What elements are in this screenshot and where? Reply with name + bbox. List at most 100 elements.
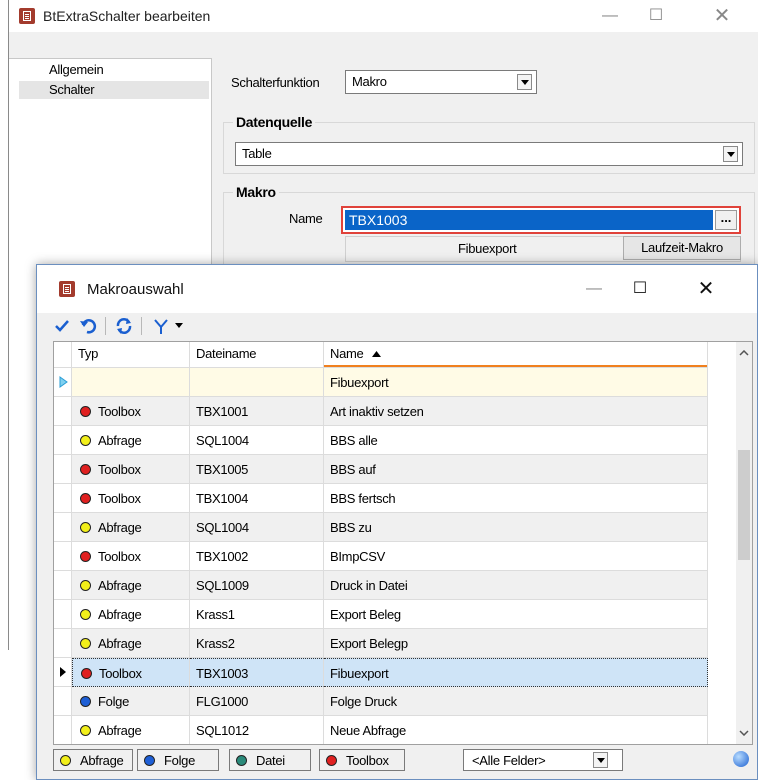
cell-dateiname[interactable]: TBX1003	[190, 658, 324, 687]
cell-name[interactable]: Folge Druck	[324, 687, 708, 716]
minimize-icon[interactable]: —	[587, 0, 633, 32]
column-header-dateiname[interactable]: Dateiname	[190, 342, 324, 368]
cell-typ[interactable]: Toolbox	[72, 397, 190, 426]
cell-name[interactable]: Druck in Datei	[324, 571, 708, 600]
cell-name[interactable]: BBS alle	[324, 426, 708, 455]
column-header-typ[interactable]: Typ	[72, 342, 190, 368]
column-header-name[interactable]: Name	[324, 342, 708, 368]
scroll-down-icon[interactable]	[739, 730, 749, 736]
row-indicator[interactable]	[54, 600, 72, 629]
cell-typ[interactable]: Toolbox	[72, 455, 190, 484]
cell-dateiname[interactable]: SQL1009	[190, 571, 324, 600]
maximize-icon[interactable]: ☐	[633, 0, 679, 32]
table-row[interactable]: Abfrage SQL1004 BBS zu	[54, 513, 738, 542]
filter-cell-typ[interactable]	[72, 368, 190, 397]
browse-button[interactable]: ...	[715, 210, 737, 230]
table-row[interactable]: Abfrage SQL1012 Neue Abfrage	[54, 716, 738, 744]
laufzeit-makro-button[interactable]: Laufzeit-Makro	[623, 236, 741, 260]
cell-name[interactable]: BBS fertsch	[324, 484, 708, 513]
table-row[interactable]: Toolbox TBX1004 BBS fertsch	[54, 484, 738, 513]
chevron-down-icon[interactable]	[175, 323, 183, 329]
cell-dateiname[interactable]: FLG1000	[190, 687, 324, 716]
cell-dateiname-value: SQL1004	[196, 520, 249, 535]
cell-dateiname[interactable]: Krass1	[190, 600, 324, 629]
cell-typ[interactable]: Folge	[72, 687, 190, 716]
globe-icon[interactable]	[733, 751, 749, 767]
cell-typ[interactable]: Abfrage	[72, 600, 190, 629]
cell-name[interactable]: Neue Abfrage	[324, 716, 708, 744]
filter-icon[interactable]	[153, 319, 169, 335]
close-icon[interactable]: ✕	[699, 0, 745, 32]
cell-typ[interactable]: Abfrage	[72, 571, 190, 600]
cell-name[interactable]: Export Belegp	[324, 629, 708, 658]
cell-dateiname[interactable]: TBX1005	[190, 455, 324, 484]
vertical-scrollbar[interactable]	[736, 342, 752, 744]
nav-item-allgemein[interactable]: Allgemein	[49, 62, 104, 77]
scrollbar-thumb[interactable]	[738, 450, 750, 560]
refresh-icon[interactable]	[115, 317, 133, 335]
cell-typ[interactable]: Abfrage	[72, 716, 190, 744]
cell-name[interactable]: BImpCSV	[324, 542, 708, 571]
maximize-icon[interactable]: ☐	[617, 273, 663, 305]
filter-button-folge[interactable]: Folge	[137, 749, 219, 771]
cell-dateiname[interactable]: SQL1012	[190, 716, 324, 744]
row-indicator[interactable]	[54, 658, 72, 687]
minimize-icon[interactable]: —	[571, 273, 617, 305]
cell-typ[interactable]: Toolbox	[72, 542, 190, 571]
cell-dateiname[interactable]: SQL1004	[190, 513, 324, 542]
row-indicator[interactable]	[54, 571, 72, 600]
table-row[interactable]: Abfrage Krass2 Export Belegp	[54, 629, 738, 658]
row-indicator[interactable]	[54, 629, 72, 658]
field-filter-select[interactable]: <Alle Felder>	[463, 749, 623, 771]
filter-button-abfrage[interactable]: Abfrage	[53, 749, 133, 771]
cell-dateiname[interactable]: TBX1001	[190, 397, 324, 426]
row-indicator[interactable]	[54, 426, 72, 455]
cell-typ[interactable]: Abfrage	[72, 513, 190, 542]
chevron-down-icon[interactable]	[723, 146, 738, 162]
filter-button-datei[interactable]: Datei	[229, 749, 311, 771]
chevron-down-icon[interactable]	[517, 74, 532, 90]
checkmark-icon[interactable]	[55, 319, 69, 333]
table-row[interactable]: Abfrage Krass1 Export Beleg	[54, 600, 738, 629]
datenquelle-select[interactable]: Table	[235, 142, 743, 166]
undo-icon[interactable]	[79, 317, 97, 335]
cell-name[interactable]: Export Beleg	[324, 600, 708, 629]
table-row[interactable]: Toolbox TBX1005 BBS auf	[54, 455, 738, 484]
chevron-down-icon[interactable]	[593, 752, 608, 768]
schalterfunktion-select[interactable]: Makro	[345, 70, 537, 94]
row-indicator[interactable]	[54, 716, 72, 744]
name-input[interactable]: TBX1003 ...	[341, 206, 741, 234]
cell-typ[interactable]: Abfrage	[72, 426, 190, 455]
cell-name[interactable]: BBS auf	[324, 455, 708, 484]
folge-dot-icon	[144, 755, 155, 766]
row-indicator[interactable]	[54, 687, 72, 716]
cell-name[interactable]: Art inaktiv setzen	[324, 397, 708, 426]
cell-name[interactable]: Fibuexport	[324, 658, 708, 687]
filter-button-toolbox[interactable]: Toolbox	[319, 749, 405, 771]
cell-typ[interactable]: Abfrage	[72, 629, 190, 658]
table-row[interactable]: Toolbox TBX1002 BImpCSV	[54, 542, 738, 571]
cell-name[interactable]: BBS zu	[324, 513, 708, 542]
cell-dateiname[interactable]: TBX1002	[190, 542, 324, 571]
row-indicator[interactable]	[54, 484, 72, 513]
table-row[interactable]: Abfrage SQL1004 BBS alle	[54, 426, 738, 455]
filter-cell-dateiname[interactable]	[190, 368, 324, 397]
cell-dateiname[interactable]: TBX1004	[190, 484, 324, 513]
row-indicator[interactable]	[54, 542, 72, 571]
table-row[interactable]: Folge FLG1000 Folge Druck	[54, 687, 738, 716]
filter-cell-name[interactable]: Fibuexport	[324, 368, 708, 397]
row-indicator[interactable]	[54, 513, 72, 542]
close-icon[interactable]: ✕	[683, 273, 729, 305]
table-row[interactable]: Toolbox TBX1001 Art inaktiv setzen	[54, 397, 738, 426]
cell-typ[interactable]: Toolbox	[72, 658, 190, 687]
cell-typ[interactable]: Toolbox	[72, 484, 190, 513]
row-indicator[interactable]	[54, 455, 72, 484]
cell-dateiname[interactable]: SQL1004	[190, 426, 324, 455]
table-row[interactable]: Abfrage SQL1009 Druck in Datei	[54, 571, 738, 600]
cell-dateiname[interactable]: Krass2	[190, 629, 324, 658]
toolbar-separator	[105, 317, 106, 335]
scroll-up-icon[interactable]	[739, 350, 749, 356]
nav-item-schalter[interactable]: Schalter	[49, 82, 95, 97]
row-indicator[interactable]	[54, 397, 72, 426]
table-row[interactable]: Toolbox TBX1003 Fibuexport	[54, 658, 738, 687]
